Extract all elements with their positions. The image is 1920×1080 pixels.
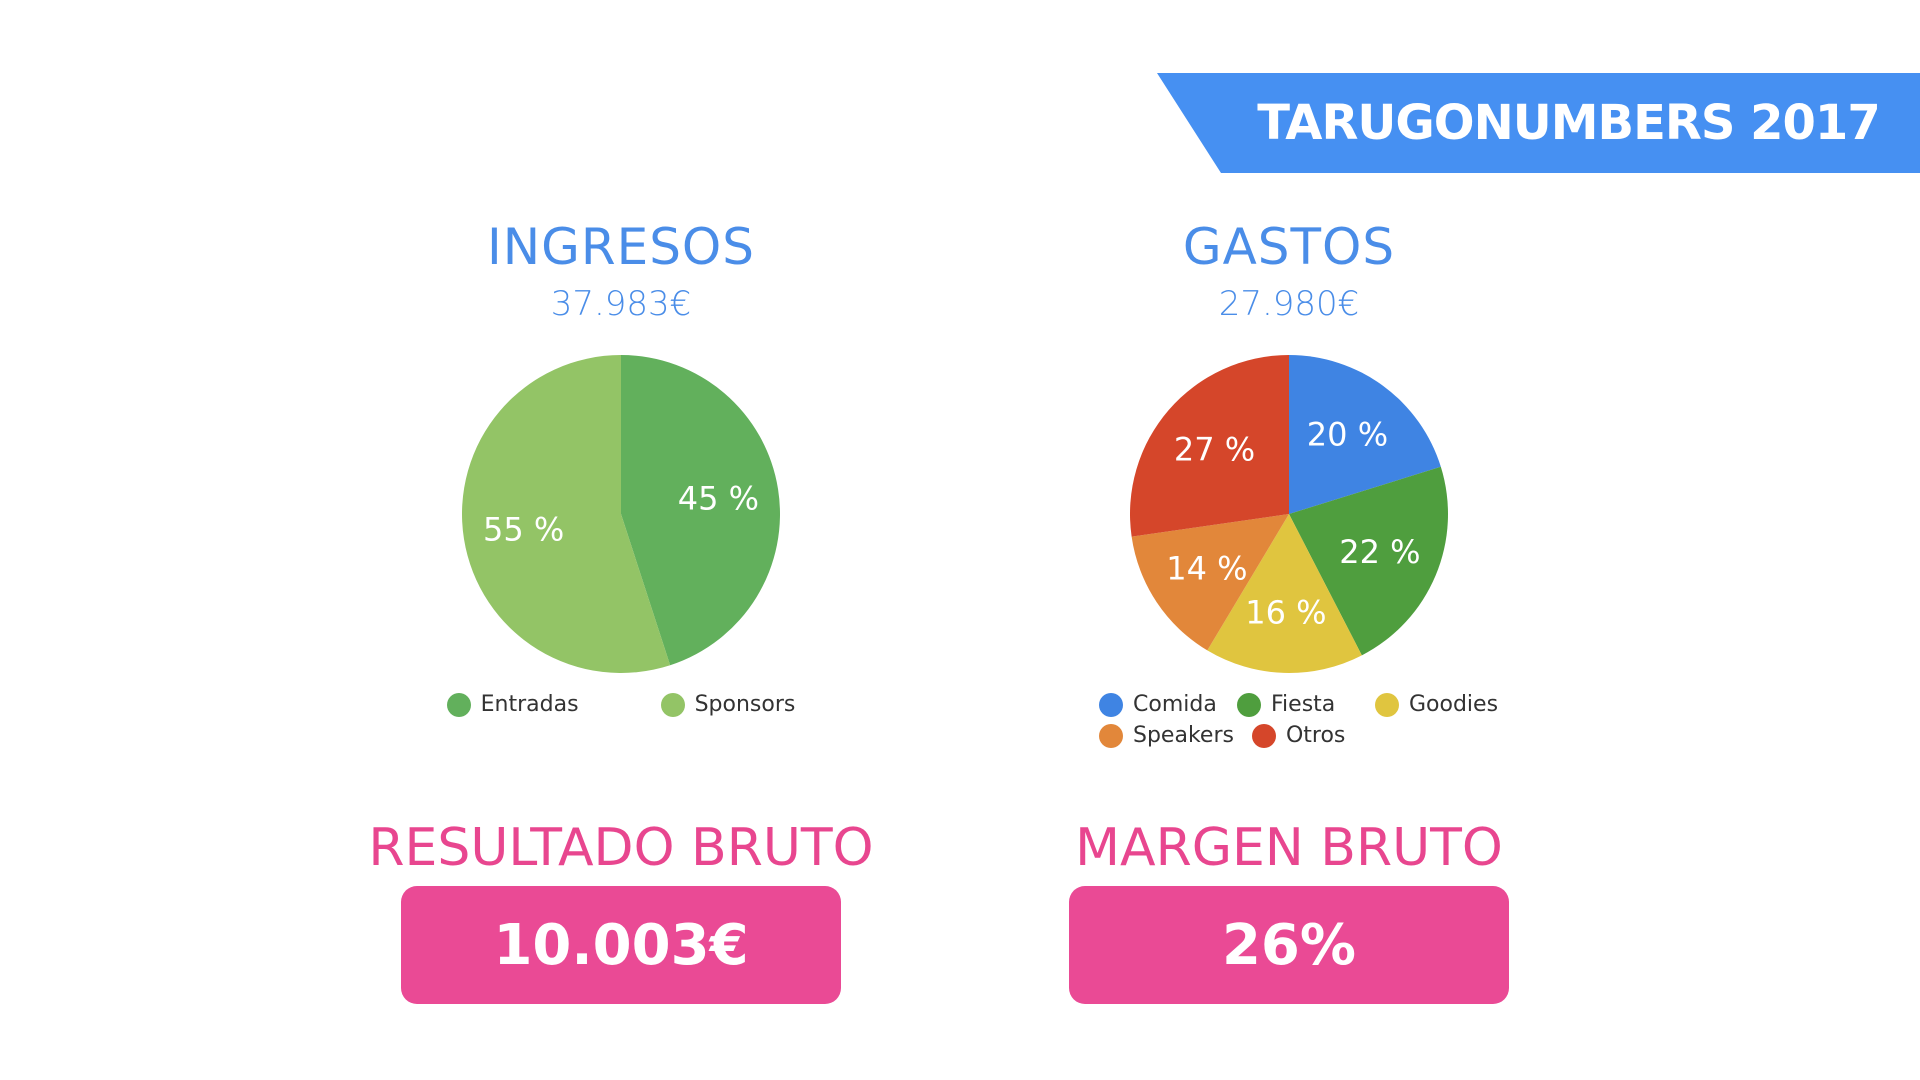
- ingresos-legend: Entradas Sponsors: [271, 692, 971, 717]
- ingresos-panel: INGRESOS 37.983€ 45 % 55 % Entradas Sponso…: [271, 0, 971, 1080]
- legend-item-sponsors: Sponsors: [660, 692, 796, 717]
- legend-label-sponsors: Sponsors: [694, 692, 796, 717]
- legend-item-comida: Comida: [1099, 692, 1219, 717]
- legend-label-fiesta: Fiesta: [1271, 692, 1336, 717]
- gastos-title: GASTOS: [1182, 218, 1396, 276]
- resultado-value-box: 10.003€: [401, 886, 841, 1004]
- legend-label-speakers: Speakers: [1133, 723, 1234, 748]
- ingresos-pie-chart: 45 % 55 %: [461, 355, 780, 673]
- gastos-total: 27.980€: [1218, 284, 1360, 324]
- margen-value-box: 26%: [1069, 886, 1509, 1004]
- slice-label-comida: 20 %: [1307, 416, 1388, 454]
- slice-label-otros: 27 %: [1174, 430, 1255, 468]
- margen-title: MARGEN BRUTO: [1075, 818, 1503, 878]
- gastos-pie-chart: 20 % 22 % 16 % 14 % 27 %: [1130, 355, 1448, 673]
- legend-swatch-speakers: [1099, 723, 1123, 748]
- slice-label-speakers: 14 %: [1166, 550, 1247, 588]
- legend-item-otros: Otros: [1251, 723, 1372, 748]
- slice-label-entradas: 45 %: [678, 480, 759, 518]
- legend-label-comida: Comida: [1133, 692, 1217, 717]
- slice-label-fiesta: 22 %: [1339, 533, 1420, 571]
- resultado-value: 10.003€: [493, 912, 749, 978]
- legend-label-goodies: Goodies: [1409, 692, 1499, 717]
- legend-item-entradas: Entradas: [446, 692, 579, 717]
- legend-swatch-entradas: [446, 692, 471, 717]
- legend-item-goodies: Goodies: [1375, 692, 1498, 717]
- gastos-panel: GASTOS 27.980€ 20 % 22 % 16 % 14 % 27 % Comi…: [939, 0, 1639, 1080]
- legend-swatch-fiesta: [1237, 692, 1261, 717]
- legend-swatch-sponsors: [660, 692, 685, 717]
- legend-item-speakers: Speakers: [1099, 723, 1234, 748]
- legend-swatch-goodies: [1375, 692, 1399, 717]
- gastos-legend: Comida Fiesta Goodies Speakers Otros: [1099, 692, 1519, 748]
- legend-label-otros: Otros: [1285, 723, 1346, 748]
- resultado-title: RESULTADO BRUTO: [368, 818, 874, 878]
- ingresos-total: 37.983€: [550, 284, 692, 324]
- legend-item-fiesta: Fiesta: [1237, 692, 1357, 717]
- slice-label-sponsors: 55 %: [483, 510, 564, 548]
- legend-swatch-otros: [1251, 723, 1276, 748]
- slice-label-goodies: 16 %: [1245, 594, 1326, 632]
- ingresos-title: INGRESOS: [486, 218, 756, 276]
- margen-value: 26%: [1221, 912, 1357, 978]
- legend-swatch-comida: [1099, 692, 1123, 717]
- legend-label-entradas: Entradas: [480, 692, 579, 717]
